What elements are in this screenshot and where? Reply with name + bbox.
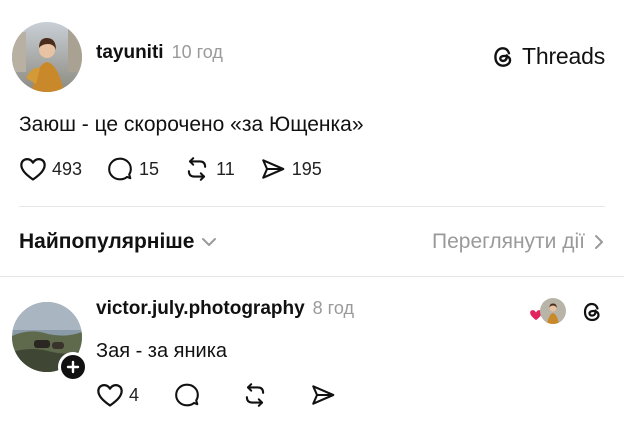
heart-icon (96, 382, 124, 408)
reply-actions: 4 (96, 382, 361, 408)
reply-repost-button[interactable] (241, 382, 269, 408)
post-time: 10 год (171, 42, 223, 62)
post-actions: 493 15 11 195 (19, 156, 346, 182)
reply-indicators (528, 298, 604, 326)
comment-icon (173, 382, 201, 408)
threads-logo-icon (490, 44, 516, 70)
share-button[interactable]: 195 (259, 156, 322, 182)
chevron-down-icon (200, 235, 218, 249)
view-activity-link[interactable]: Переглянути дії (432, 230, 605, 254)
comment-button[interactable]: 15 (106, 156, 159, 182)
sort-row: Найпопулярніше Переглянути дії (19, 225, 605, 259)
reply-username[interactable]: victor.july.photography (96, 298, 305, 320)
send-icon (259, 156, 287, 182)
like-count: 493 (52, 158, 83, 179)
reply-text: Зая - за яника (96, 340, 228, 362)
threads-brand[interactable]: Threads (490, 43, 605, 70)
follow-plus-button[interactable] (58, 352, 88, 382)
heart-icon (19, 156, 47, 182)
view-activity-label: Переглянути дії (432, 230, 585, 253)
reply-like-count: 4 (129, 384, 140, 405)
like-button[interactable]: 493 (19, 156, 82, 182)
reply-time: 8 год (312, 298, 354, 318)
repost-count: 11 (216, 158, 235, 179)
author-mini-avatar (540, 298, 566, 324)
author-row: tayuniti 10 год (96, 42, 223, 70)
sort-label: Найпопулярніше (19, 230, 195, 253)
comment-icon (106, 156, 134, 182)
plus-icon (66, 360, 80, 374)
author-username[interactable]: tayuniti (96, 42, 164, 64)
brand-name: Threads (522, 43, 605, 69)
comment-count: 15 (139, 158, 160, 179)
reply-like-button[interactable]: 4 (96, 382, 139, 408)
repost-button[interactable]: 11 (183, 156, 235, 182)
author-avatar[interactable] (12, 22, 82, 92)
threads-logo-icon[interactable] (580, 300, 604, 324)
reply-share-button[interactable] (309, 382, 337, 408)
sort-dropdown[interactable]: Найпопулярніше (19, 230, 218, 254)
send-icon (309, 382, 337, 408)
share-count: 195 (291, 158, 322, 179)
reply-comment-button[interactable] (173, 382, 201, 408)
repost-icon (241, 382, 269, 408)
post-text: Заюш - це скорочено «за Ющенка» (19, 113, 364, 136)
reply-author-row: victor.july.photography 8 год (96, 298, 354, 320)
divider-bottom (0, 276, 624, 277)
chevron-right-icon (593, 233, 605, 251)
repost-icon (183, 156, 211, 182)
liked-by-author[interactable] (528, 298, 566, 326)
divider-top (19, 206, 605, 207)
